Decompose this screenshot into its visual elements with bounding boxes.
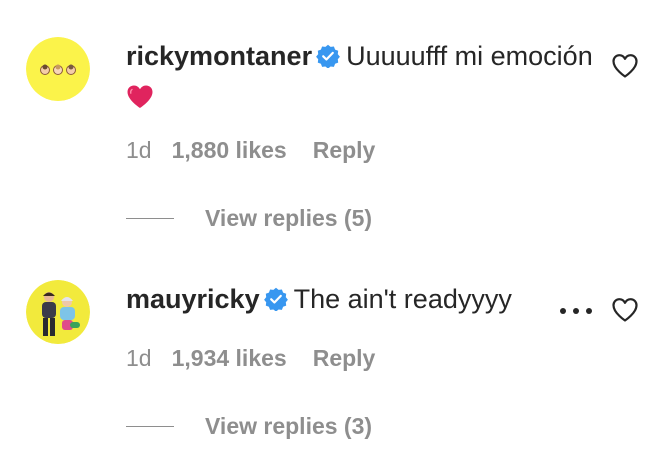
replies-divider-line (126, 425, 174, 427)
view-replies-button[interactable]: View replies (3) (126, 411, 372, 441)
comment-body: mauyricky The ain't readyyyy (126, 279, 544, 320)
replies-divider-line (126, 217, 174, 219)
like-heart-icon[interactable] (611, 53, 639, 79)
comment-text: The ain't readyyyy (293, 284, 512, 314)
view-replies-button[interactable]: View replies (5) (126, 203, 372, 233)
comment-body: rickymontaner Uuuuufff mi emoción (126, 36, 596, 118)
timestamp[interactable]: 1d (126, 345, 152, 371)
more-options-icon[interactable] (560, 305, 592, 317)
timestamp[interactable]: 1d (126, 137, 152, 163)
like-heart-icon[interactable] (611, 297, 639, 323)
avatar[interactable] (26, 37, 90, 101)
comment-meta: 1d 1,880 likes Reply (126, 136, 375, 164)
comment-username[interactable]: mauyricky (126, 284, 260, 314)
avatar-image (26, 37, 90, 101)
comment-text: Uuuuufff mi emoción (346, 41, 593, 71)
verified-badge-icon (263, 287, 288, 311)
reply-button[interactable]: Reply (313, 137, 376, 163)
view-replies-label: View replies (5) (205, 204, 373, 231)
avatar-image (26, 280, 90, 344)
avatar[interactable] (26, 280, 90, 344)
likes-count[interactable]: 1,934 likes (172, 345, 287, 371)
reply-button[interactable]: Reply (313, 345, 376, 371)
truncate-fade (520, 279, 544, 320)
verified-badge-icon (316, 44, 340, 68)
comment-username[interactable]: rickymontaner (126, 41, 312, 71)
view-replies-label: View replies (3) (205, 412, 373, 439)
comment-meta: 1d 1,934 likes Reply (126, 344, 375, 372)
red-heart-emoji (127, 85, 153, 108)
likes-count[interactable]: 1,880 likes (172, 137, 287, 163)
